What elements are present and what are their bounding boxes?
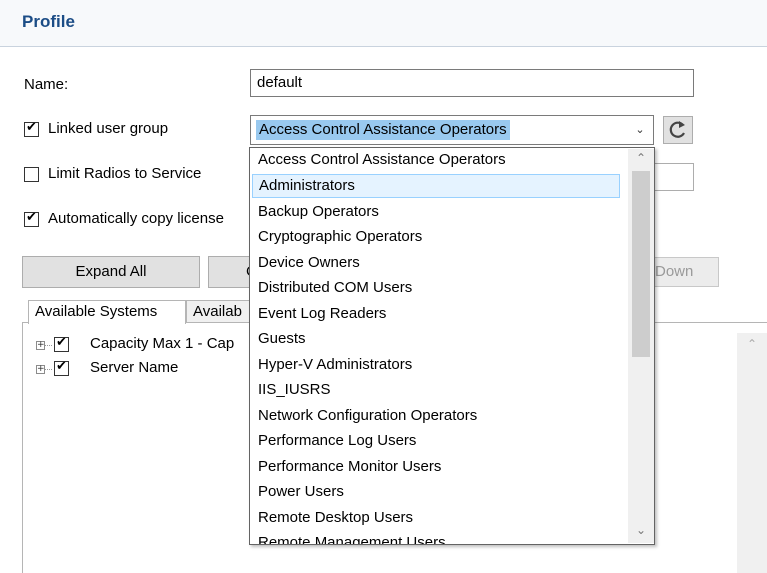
service-field-edge[interactable] [654,163,694,191]
dropdown-option[interactable]: Network Configuration Operators [252,404,620,428]
chevron-down-icon[interactable]: ⌄ [634,523,648,537]
profile-header-bar [0,0,767,47]
tree-scrollbar[interactable]: ⌃ [737,333,767,573]
chevron-up-icon[interactable]: ⌃ [634,151,648,165]
tree-node-checkbox[interactable] [54,335,69,352]
tab-available-second[interactable]: Availab [186,300,250,323]
refresh-button[interactable] [663,116,693,144]
dropdown-option[interactable]: Power Users [252,480,620,504]
dropdown-option[interactable]: Remote Management Users [252,531,620,544]
dropdown-option[interactable]: Guests [252,327,620,351]
page-title: Profile [22,12,75,31]
move-down-button[interactable]: Down [655,257,719,287]
dropdown-option[interactable]: Hyper-V Administrators [252,353,620,377]
dropdown-option[interactable]: Event Log Readers [252,302,620,326]
collapse-all-button[interactable]: C [208,256,250,288]
dropdown-option[interactable]: Remote Desktop Users [252,506,620,530]
tree-node-label[interactable]: Server Name [90,358,178,378]
linked-group-combobox[interactable]: Access Control Assistance Operators ⌄ [250,115,654,145]
refresh-icon [669,121,685,138]
auto-copy-label: Automatically copy license [48,210,224,227]
tree-node-checkbox[interactable] [54,359,69,376]
scrollbar-thumb[interactable] [632,171,650,357]
dropdown-option[interactable]: Performance Log Users [252,429,620,453]
auto-copy-checkbox[interactable] [24,210,39,227]
dropdown-option[interactable]: Access Control Assistance Operators [252,148,620,172]
tree-connector [45,369,52,370]
dropdown-option[interactable]: Cryptographic Operators [252,225,620,249]
chevron-up-icon[interactable]: ⌃ [745,337,759,351]
dropdown-option[interactable]: Distributed COM Users [252,276,620,300]
dropdown-option[interactable]: Device Owners [252,251,620,275]
expand-icon[interactable]: + [36,365,45,374]
linked-group-checkbox[interactable] [24,120,39,137]
chevron-down-icon[interactable]: ⌄ [633,123,647,136]
tab-available-systems[interactable]: Available Systems [28,300,186,324]
linked-group-dropdown-list[interactable]: Access Control Assistance Operators Admi… [249,147,655,545]
expand-all-button[interactable]: Expand All [22,256,200,288]
limit-radios-label: Limit Radios to Service [48,165,202,182]
dropdown-option-highlighted[interactable]: Administrators [252,174,620,198]
limit-radios-checkbox[interactable] [24,167,39,182]
expand-icon[interactable]: + [36,341,45,350]
name-input[interactable]: default [250,69,694,97]
linked-group-selected-text: Access Control Assistance Operators [256,120,510,140]
dropdown-scrollbar[interactable]: ⌃ ⌄ [628,149,654,543]
name-label: Name: [24,76,69,93]
linked-group-label: Linked user group [48,120,169,137]
tree-node-label[interactable]: Capacity Max 1 - Cap [90,334,250,354]
dropdown-option[interactable]: Backup Operators [252,200,620,224]
dropdown-option[interactable]: Performance Monitor Users [252,455,620,479]
dropdown-option[interactable]: IIS_IUSRS [252,378,620,402]
tree-connector [45,345,52,346]
